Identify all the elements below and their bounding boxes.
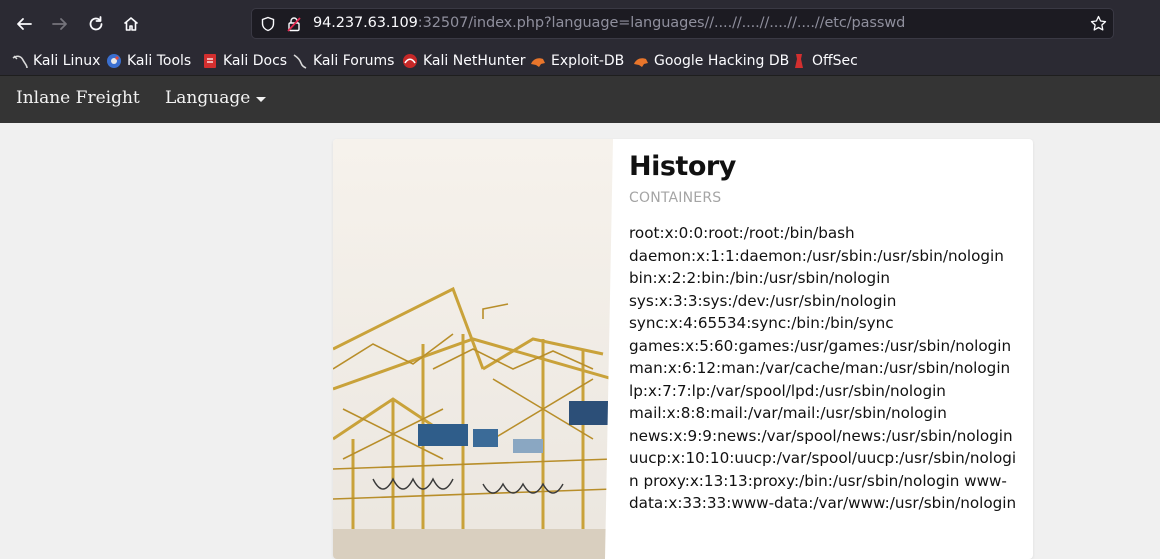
forward-arrow-icon: [52, 18, 67, 30]
kali-forums-icon: [293, 54, 307, 69]
offsec-icon: [795, 54, 803, 68]
url-bar[interactable]: 94.237.63.109:32507/index.php?language=l…: [251, 8, 1114, 39]
bookmark-offsec[interactable]: OffSec: [791, 51, 858, 71]
bookmark-label: Google Hacking DB: [654, 53, 790, 69]
bookmark-kali-linux[interactable]: Kali Linux: [12, 51, 100, 71]
back-button[interactable]: [12, 12, 36, 36]
language-label: Language: [165, 88, 251, 108]
bookmark-label: Kali Linux: [33, 53, 101, 69]
content-card: History CONTAINERS root:x:0:0:root:/root…: [333, 139, 1033, 559]
url-text[interactable]: 94.237.63.109:32507/index.php?language=l…: [313, 9, 905, 38]
browser-toolbar: 94.237.63.109:32507/index.php?language=l…: [0, 0, 1160, 47]
language-dropdown[interactable]: Language: [165, 88, 267, 108]
card-body: History CONTAINERS root:x:0:0:root:/root…: [629, 151, 1024, 515]
bookmark-label: OffSec: [812, 53, 858, 69]
reload-icon: [89, 16, 103, 31]
kali-dragon-icon: [12, 55, 28, 69]
bookmark-kali-docs[interactable]: Kali Docs: [202, 51, 287, 71]
bookmark-label: Kali Tools: [127, 53, 192, 69]
card-title: History: [629, 151, 736, 182]
bookmark-label: Kali Forums: [313, 53, 395, 69]
forward-button[interactable]: [48, 12, 72, 36]
card-subtitle: CONTAINERS: [629, 190, 722, 206]
caret-down-icon: [256, 96, 267, 102]
site-brand[interactable]: Inlane Freight: [16, 88, 140, 108]
bookmark-exploit-db[interactable]: Exploit-DB: [530, 51, 624, 71]
reload-button[interactable]: [84, 12, 108, 36]
bookmark-kali-tools[interactable]: Kali Tools: [106, 51, 191, 71]
card-body-text: root:x:0:0:root:/root:/bin/bash daemon:x…: [629, 224, 1017, 512]
kali-tools-icon: [107, 54, 121, 68]
kali-docs-icon: [204, 54, 216, 68]
bookmark-star-icon[interactable]: [1090, 15, 1107, 32]
shield-icon[interactable]: [260, 16, 276, 32]
url-host: 94.237.63.109: [313, 15, 418, 31]
site-navbar: Inlane Freight Language: [0, 75, 1160, 123]
home-icon: [123, 17, 139, 31]
bookmarks-toolbar: Kali Linux Kali Tools Kali Docs Kali For…: [0, 47, 1160, 75]
bookmark-label: Kali NetHunter: [423, 53, 526, 69]
back-arrow-icon: [17, 18, 32, 30]
home-button[interactable]: [119, 12, 143, 36]
bookmark-kali-nethunter[interactable]: Kali NetHunter: [402, 51, 525, 71]
bookmark-kali-forums[interactable]: Kali Forums: [292, 51, 394, 71]
exploit-db-icon: [531, 58, 545, 67]
bookmark-label: Kali Docs: [223, 53, 288, 69]
url-path: :32507/index.php?language=languages//...…: [417, 15, 906, 31]
nethunter-icon: [403, 54, 417, 68]
insecure-lock-icon[interactable]: [286, 16, 302, 32]
ghdb-icon: [634, 58, 648, 67]
bookmark-label: Exploit-DB: [551, 53, 625, 69]
container-cranes-image: [333, 139, 613, 559]
bookmark-ghdb[interactable]: Google Hacking DB: [633, 51, 789, 71]
